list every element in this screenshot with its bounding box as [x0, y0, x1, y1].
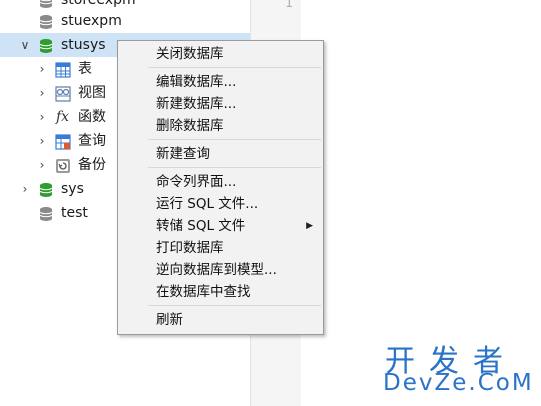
menu-item-label: 命令列界面... [156, 174, 237, 190]
chevron-right-icon[interactable]: › [35, 129, 49, 153]
menu-item-command-line[interactable]: 命令列界面... [118, 171, 323, 193]
submenu-arrow-icon: ▶ [306, 221, 313, 231]
menu-item-new-database[interactable]: 新建数据库... [118, 93, 323, 115]
menu-item-label: 关闭数据库 [156, 46, 224, 62]
menu-item-label: 新建数据库... [156, 96, 237, 112]
database-icon [39, 15, 53, 29]
chevron-right-icon[interactable]: › [35, 81, 49, 105]
menu-item-dump-sql-file[interactable]: 转储 SQL 文件 ▶ [118, 215, 323, 237]
database-icon [39, 0, 53, 8]
menu-item-refresh[interactable]: 刷新 [118, 309, 323, 331]
menu-item-new-query[interactable]: 新建查询 [118, 143, 323, 165]
tree-item-label: 备份 [78, 157, 106, 173]
chevron-right-icon[interactable]: › [35, 105, 49, 129]
menu-item-label: 在数据库中查找 [156, 284, 251, 300]
tree-item-label: stuexpm [61, 13, 122, 29]
menu-item-label: 删除数据库 [156, 118, 224, 134]
tree-item-label: test [61, 205, 88, 221]
watermark-logo-text: DevZe.CoM [383, 370, 534, 396]
menu-separator [148, 167, 321, 168]
view-icon [55, 86, 71, 102]
menu-item-label: 打印数据库 [156, 240, 224, 256]
tree-item-label: 表 [78, 61, 92, 77]
tree-item-label: 函数 [78, 109, 106, 125]
context-menu: 关闭数据库 编辑数据库... 新建数据库... 删除数据库 新建查询 命令列界面… [117, 40, 324, 335]
tree-item-label: 查询 [78, 133, 106, 149]
menu-item-find-in-database[interactable]: 在数据库中查找 [118, 281, 323, 303]
menu-item-print-database[interactable]: 打印数据库 [118, 237, 323, 259]
query-icon [55, 134, 71, 150]
tree-item-label: stusys [61, 37, 106, 53]
menu-item-edit-database[interactable]: 编辑数据库... [118, 71, 323, 93]
menu-item-label: 运行 SQL 文件... [156, 196, 259, 212]
menu-separator [148, 139, 321, 140]
menu-separator [148, 67, 321, 68]
menu-item-label: 转储 SQL 文件 [156, 218, 246, 234]
chevron-down-icon[interactable]: ∨ [18, 33, 32, 57]
menu-item-label: 新建查询 [156, 146, 210, 162]
menu-item-label: 逆向数据库到模型... [156, 262, 277, 278]
menu-item-reverse-to-model[interactable]: 逆向数据库到模型... [118, 259, 323, 281]
menu-item-run-sql-file[interactable]: 运行 SQL 文件... [118, 193, 323, 215]
line-number: 1 [285, 0, 293, 11]
database-icon [39, 207, 53, 221]
menu-separator [148, 305, 321, 306]
tree-item-stuexpm[interactable]: stuexpm [0, 9, 250, 33]
chevron-right-icon[interactable]: › [18, 177, 32, 201]
menu-item-close-database[interactable]: 关闭数据库 [118, 43, 323, 65]
tree-item-label: sys [61, 181, 84, 197]
database-icon [39, 39, 53, 53]
tree-item-label: 视图 [78, 85, 106, 101]
backup-icon [56, 159, 70, 173]
menu-item-label: 编辑数据库... [156, 74, 237, 90]
menu-item-label: 刷新 [156, 312, 183, 328]
chevron-right-icon[interactable]: › [35, 57, 49, 81]
table-icon [55, 62, 71, 78]
menu-item-delete-database[interactable]: 删除数据库 [118, 115, 323, 137]
database-icon [39, 183, 53, 197]
chevron-right-icon[interactable]: › [35, 153, 49, 177]
function-icon: fx [56, 109, 70, 125]
